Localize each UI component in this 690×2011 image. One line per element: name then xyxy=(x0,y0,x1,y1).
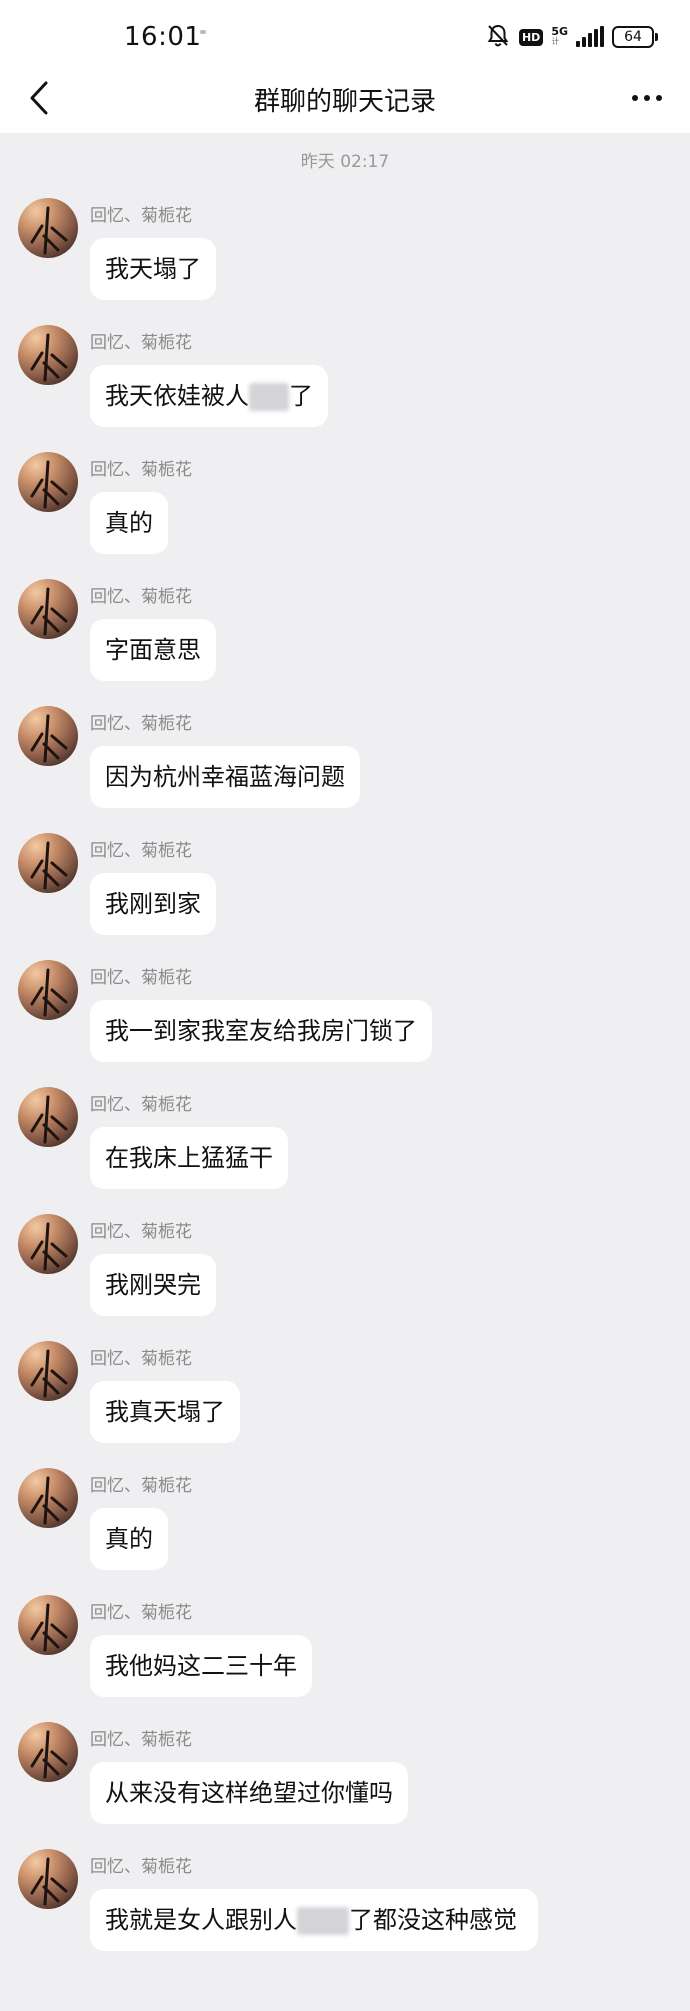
sender-name: 回忆、菊栀花 xyxy=(90,333,192,353)
sender-name: 回忆、菊栀花 xyxy=(90,714,192,734)
avatar[interactable] xyxy=(18,198,78,258)
sender-name: 回忆、菊栀花 xyxy=(90,968,192,988)
blurred-text xyxy=(249,383,289,411)
avatar[interactable] xyxy=(18,452,78,512)
message-bubble[interactable]: 因为杭州幸福蓝海问题 xyxy=(90,746,360,808)
sender-name: 回忆、菊栀花 xyxy=(90,1857,192,1877)
avatar[interactable] xyxy=(18,1214,78,1274)
avatar[interactable] xyxy=(18,706,78,766)
message-bubble[interactable]: 在我床上猛猛干 xyxy=(90,1127,288,1189)
sender-name: 回忆、菊栀花 xyxy=(90,460,192,480)
sender-name: 回忆、菊栀花 xyxy=(90,206,192,226)
sender-name: 回忆、菊栀花 xyxy=(90,1730,192,1750)
message-text-start: 我天依娃被人 xyxy=(105,382,249,410)
message-bubble[interactable]: 我刚到家 xyxy=(90,873,216,935)
avatar[interactable] xyxy=(18,1468,78,1528)
message-bubble[interactable]: 我天依娃被人 了 xyxy=(90,365,328,427)
avatar[interactable] xyxy=(18,1595,78,1655)
message-text-start: 我就是女人跟别人 xyxy=(105,1906,297,1934)
message-bubble[interactable]: 真的 xyxy=(90,492,168,554)
avatar[interactable] xyxy=(18,1087,78,1147)
message-bubble[interactable]: 真的 xyxy=(90,1508,168,1570)
avatar[interactable] xyxy=(18,1341,78,1401)
message-bubble[interactable]: 我刚哭完 xyxy=(90,1254,216,1316)
message-bubble[interactable]: 我一到家我室友给我房门锁了 xyxy=(90,1000,432,1062)
avatar[interactable] xyxy=(18,325,78,385)
message-bubble[interactable]: 我就是女人跟别人 了都没这种感觉 xyxy=(90,1889,538,1951)
sender-name: 回忆、菊栀花 xyxy=(90,1349,192,1369)
blurred-text xyxy=(297,1907,349,1935)
sender-name: 回忆、菊栀花 xyxy=(90,1095,192,1115)
message-bubble[interactable]: 字面意思 xyxy=(90,619,216,681)
message-bubble[interactable]: 我天塌了 xyxy=(90,238,216,300)
avatar[interactable] xyxy=(18,579,78,639)
message-text-end: 了都没这种感觉 xyxy=(349,1906,517,1934)
sender-name: 回忆、菊栀花 xyxy=(90,1603,192,1623)
message-list: 回忆、菊栀花 我天塌了 回忆、菊栀花 我天依娃被人 了 回忆、菊栀花 真的 回忆、… xyxy=(0,0,690,2011)
sender-name: 回忆、菊栀花 xyxy=(90,1222,192,1242)
sender-name: 回忆、菊栀花 xyxy=(90,587,192,607)
avatar[interactable] xyxy=(18,833,78,893)
message-bubble[interactable]: 我真天塌了 xyxy=(90,1381,240,1443)
avatar[interactable] xyxy=(18,1722,78,1782)
message-bubble[interactable]: 从来没有这样绝望过你懂吗 xyxy=(90,1762,408,1824)
avatar[interactable] xyxy=(18,1849,78,1909)
message-text-end: 了 xyxy=(289,382,313,410)
message-bubble[interactable]: 我他妈这二三十年 xyxy=(90,1635,312,1697)
sender-name: 回忆、菊栀花 xyxy=(90,841,192,861)
sender-name: 回忆、菊栀花 xyxy=(90,1476,192,1496)
avatar[interactable] xyxy=(18,960,78,1020)
